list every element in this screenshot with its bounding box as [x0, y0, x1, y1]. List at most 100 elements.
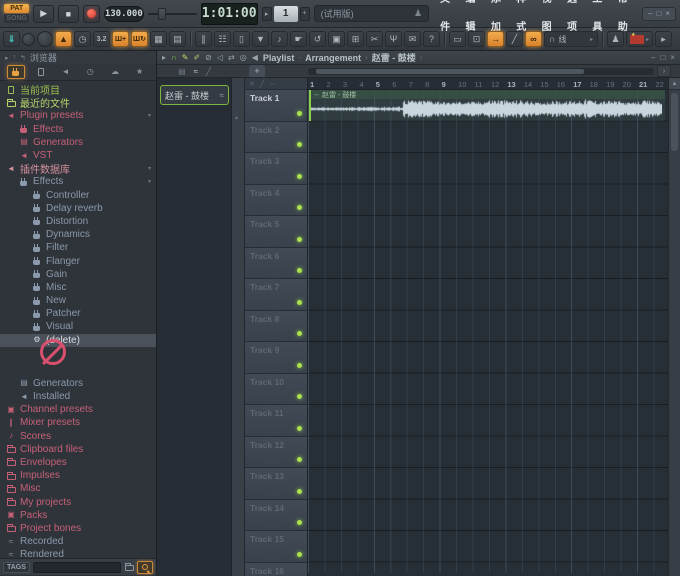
- slider-knob[interactable]: [157, 7, 166, 20]
- pat-song-switch[interactable]: PAT SONG: [4, 4, 30, 23]
- track-header-13[interactable]: Track 13...: [245, 468, 307, 500]
- browser-history-tab[interactable]: ◷: [81, 65, 99, 79]
- toolbar-button-drag-hand[interactable]: ☛: [290, 31, 307, 47]
- browser-cloud-tab[interactable]: ☁: [106, 65, 124, 79]
- playlist-minimize-button[interactable]: –: [651, 53, 655, 62]
- pattern-prev-button[interactable]: ▸: [261, 6, 272, 21]
- browser-item-mixer-presets[interactable]: ∥ Mixer presets: [0, 416, 156, 429]
- language-selector[interactable]: ▸: [626, 31, 654, 47]
- track-header-14[interactable]: Track 14...: [245, 499, 307, 531]
- maximize-button[interactable]: □: [657, 9, 662, 19]
- song-mode-button[interactable]: SONG: [4, 14, 30, 23]
- close-icon[interactable]: ✕: [249, 80, 255, 88]
- toolbar-button-expand-toolbar[interactable]: ▸: [655, 31, 673, 47]
- browser-item-flanger[interactable]: Flanger: [0, 254, 156, 267]
- track-options[interactable]: ...: [269, 552, 279, 560]
- browser-item-project-bones[interactable]: Project bones: [0, 522, 156, 535]
- track-header-5[interactable]: Track 5...: [245, 216, 307, 248]
- close-button[interactable]: ×: [665, 9, 670, 19]
- toolbar-button-countdown-precount[interactable]: 3.2: [93, 31, 110, 47]
- play-button[interactable]: ▶: [33, 4, 54, 23]
- track-header-4[interactable]: Track 4...: [245, 184, 307, 216]
- breadcrumb-song[interactable]: 赵雷 - 鼓楼: [372, 51, 416, 64]
- browser-item-visual[interactable]: Visual: [0, 320, 156, 333]
- browser-item-最近的文件[interactable]: 最近的文件: [0, 96, 156, 110]
- browser-item-channel-presets[interactable]: ▣ Channel presets: [0, 403, 156, 416]
- vertical-scrollbar[interactable]: ▲: [668, 78, 680, 576]
- browser-item-filter[interactable]: Filter: [0, 241, 156, 254]
- track-mute-led[interactable]: [297, 362, 302, 368]
- slope-icon[interactable]: ╱: [260, 80, 264, 88]
- browser-files-tab[interactable]: [32, 65, 50, 79]
- browser-item-plugin-presets[interactable]: ◄ Plugin presets ▾: [0, 109, 156, 122]
- toolbar-button-link-controllers[interactable]: ∞: [525, 31, 542, 47]
- achievement-statue-icon[interactable]: ♟: [414, 8, 422, 19]
- browser-item-recorded[interactable]: ≈ Recorded: [0, 535, 156, 548]
- browser-item-rendered[interactable]: ≈ Rendered: [0, 548, 156, 558]
- track-options[interactable]: ...: [269, 426, 279, 434]
- stretch-icon[interactable]: ↔: [269, 80, 276, 87]
- browser-item-misc[interactable]: Misc: [0, 482, 156, 495]
- toolbar-button-loop-recording[interactable]: Ш↻: [131, 31, 148, 47]
- pattern-mode-button[interactable]: PAT: [4, 4, 30, 13]
- track-mute-led[interactable]: [297, 268, 302, 273]
- track-options[interactable]: ...: [269, 332, 279, 340]
- browser-back-icon[interactable]: ↰: [20, 54, 26, 62]
- toolbar-button-typing-keyboard[interactable]: ▤: [169, 31, 186, 47]
- toolbar-button-save[interactable]: ▣: [328, 31, 345, 47]
- record-button[interactable]: [82, 4, 100, 23]
- timeline-ruler[interactable]: 1 2 3 4 5 6 7 8 9 10 11 12 13 14 15 16 17 18 19 20 21 22: [308, 78, 668, 90]
- track-header-15[interactable]: Track 15...: [245, 531, 307, 563]
- snap-selector[interactable]: ∩ 线 ▸: [544, 31, 598, 47]
- track-header-3[interactable]: Track 3...: [245, 153, 307, 185]
- browser-item-clipboard-files[interactable]: Clipboard files: [0, 443, 156, 456]
- browser-presets-tab[interactable]: ◄: [57, 65, 75, 79]
- track-mute-led[interactable]: [297, 394, 302, 399]
- track-options[interactable]: ...: [269, 269, 279, 277]
- browser-up-icon[interactable]: ↑: [13, 54, 17, 61]
- track-options[interactable]: ...: [269, 489, 279, 497]
- browser-item-my-projects[interactable]: My projects: [0, 495, 156, 508]
- track-options[interactable]: ...: [269, 458, 279, 466]
- track-mute-led[interactable]: [297, 173, 302, 179]
- master-volume-knob[interactable]: [22, 32, 35, 46]
- toolbar-button-new-project[interactable]: ▯: [233, 31, 250, 47]
- browser-item-effects[interactable]: Effects ▾: [0, 175, 156, 188]
- slip-icon[interactable]: ⇄: [228, 53, 235, 62]
- toolbar-button-undo[interactable]: ↺: [309, 31, 326, 47]
- browser-item-distortion[interactable]: Distortion: [0, 215, 156, 228]
- time-display[interactable]: 1:01:00: [200, 2, 258, 25]
- browser-item-generators[interactable]: ▤ Generators: [0, 136, 156, 149]
- toolbar-button-microphone[interactable]: Ψ: [385, 31, 402, 47]
- track-mute-led[interactable]: [297, 110, 302, 116]
- toolbar-button-help[interactable]: ?: [423, 31, 440, 47]
- toolbar-button-record-audio[interactable]: ♪: [271, 31, 288, 47]
- tags-button[interactable]: TAGS: [3, 561, 30, 573]
- track-options[interactable]: ...: [269, 521, 279, 529]
- playlist-close-button[interactable]: ×: [670, 53, 675, 62]
- track-header-2[interactable]: Track 2...: [245, 121, 307, 153]
- browser-item--delete-[interactable]: ⚙ (delete): [0, 333, 156, 347]
- track-header-8[interactable]: Track 8...: [245, 310, 307, 342]
- track-options[interactable]: ...: [269, 174, 279, 182]
- track-header-7[interactable]: Track 7...: [245, 279, 307, 311]
- track-header-12[interactable]: Track 12...: [245, 436, 307, 468]
- browser-item-delay-reverb[interactable]: Delay reverb: [0, 202, 156, 215]
- delete-icon[interactable]: ⊘: [205, 53, 212, 62]
- stop-button[interactable]: ■: [57, 4, 79, 23]
- browser-item-impulses[interactable]: Impulses: [0, 469, 156, 482]
- picker-audio-tab[interactable]: ≈: [194, 67, 198, 76]
- vscroll-thumb[interactable]: [671, 93, 678, 151]
- magnet-icon[interactable]: ∩: [171, 53, 177, 62]
- bpm-display[interactable]: 130.000: [103, 5, 144, 22]
- toolbar-button-plugin-picker[interactable]: ☷: [214, 31, 231, 47]
- toolbar-button-video-player[interactable]: ⊡: [468, 31, 485, 47]
- browser-item-packs[interactable]: ▣ Packs: [0, 509, 156, 522]
- browser-plugins-tab[interactable]: [7, 65, 26, 79]
- track-header-1[interactable]: Track 1...: [245, 90, 307, 122]
- track-options[interactable]: ...: [269, 206, 279, 214]
- browser-item-new[interactable]: New: [0, 294, 156, 307]
- toolbar-button-one-click-recording[interactable]: →: [487, 31, 504, 47]
- toolbar-button-typing-keyboard-to-piano[interactable]: ⇓: [3, 31, 20, 47]
- toolbar-button-cut[interactable]: ✂: [366, 31, 383, 47]
